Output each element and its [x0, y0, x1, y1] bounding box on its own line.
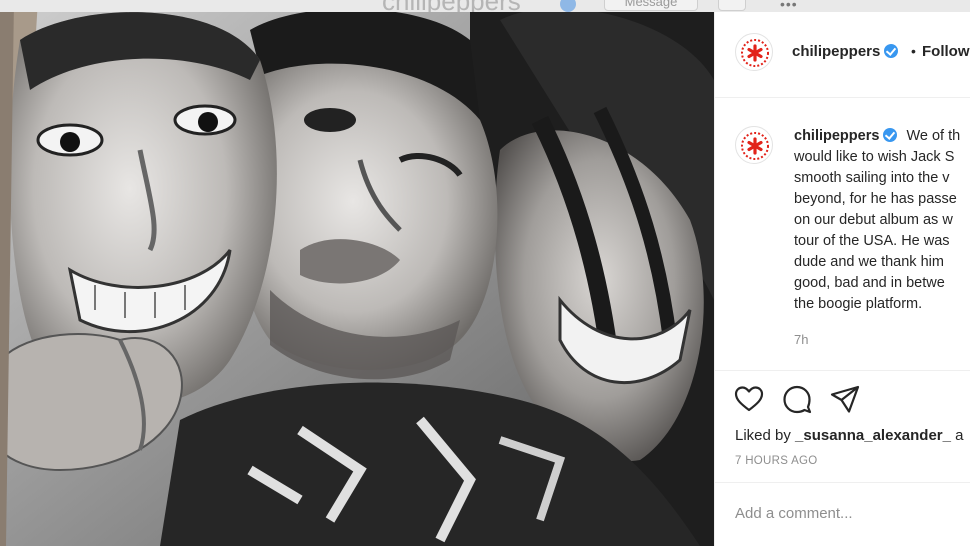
caption-line: smooth sailing into the v	[794, 170, 950, 186]
post-photo[interactable]	[0, 0, 714, 546]
likes-summary: Liked by _susanna_alexander_ a	[735, 427, 964, 444]
red-hot-chili-peppers-asterisk-logo-icon	[741, 39, 769, 67]
background-follow-person-icon	[718, 0, 746, 11]
caption-line: beyond, for he has passe	[794, 191, 957, 207]
likes-prefix: Liked by	[735, 427, 796, 444]
post-side-panel: chilipeppers • Follow chilipeppers We of…	[714, 12, 970, 546]
post-header: chilipeppers • Follow	[715, 12, 970, 98]
post-actions: Liked by _susanna_alexander_ a 7 HOURS A…	[715, 370, 970, 470]
caption-line: good, bad and in betwe	[794, 275, 945, 291]
post-caption: chilipeppers We of th would like to wish…	[715, 98, 970, 370]
red-hot-chili-peppers-asterisk-logo-icon	[741, 132, 769, 160]
post-age[interactable]: 7 HOURS AGO	[735, 455, 818, 467]
comment-icon[interactable]	[781, 383, 813, 415]
background-verified-icon	[560, 0, 576, 12]
separator-dot: •	[911, 43, 916, 59]
caption-username[interactable]: chilipeppers	[794, 128, 898, 144]
background-message-button: Message	[604, 0, 698, 11]
caption-line: on our debut album as w	[794, 212, 953, 228]
caption-avatar[interactable]	[735, 126, 773, 164]
caption-line: the boogie platform.	[794, 296, 923, 312]
background-profile-username: chilipeppers	[382, 0, 521, 12]
caption-line: would like to wish Jack S	[794, 149, 955, 165]
background-more-icon: •••	[780, 0, 798, 12]
add-comment-input[interactable]	[735, 505, 955, 522]
follow-button[interactable]: Follow	[922, 43, 970, 60]
background-profile-strip: chilipeppers Message •••	[0, 0, 970, 12]
verified-badge-icon	[884, 44, 899, 58]
caption-line: tour of the USA. He was	[794, 233, 950, 249]
avatar[interactable]	[735, 33, 773, 71]
caption-line: We of th	[906, 128, 961, 144]
heart-icon[interactable]	[733, 383, 765, 415]
action-icons	[733, 383, 861, 415]
caption-text: chilipeppers We of th would like to wish…	[794, 126, 970, 315]
liked-by-user-link[interactable]: _susanna_alexander_	[795, 427, 951, 444]
caption-timestamp[interactable]: 7h	[794, 332, 808, 347]
comment-box	[715, 482, 970, 546]
post-photo-illustration	[0, 0, 714, 546]
likes-suffix: a	[950, 427, 964, 444]
verified-badge-icon	[883, 128, 898, 142]
post-author-username[interactable]: chilipeppers	[792, 43, 899, 60]
share-icon[interactable]	[829, 383, 861, 415]
caption-line: dude and we thank him	[794, 254, 944, 270]
